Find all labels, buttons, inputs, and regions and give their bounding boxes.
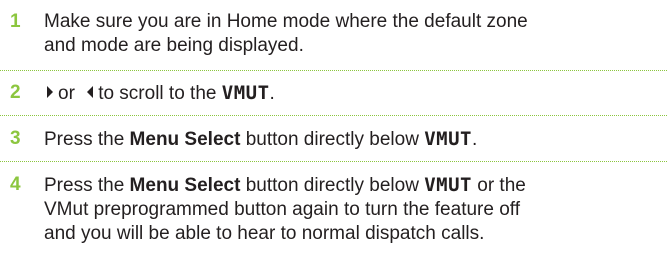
step-text-line: and mode are being displayed. <box>44 35 304 56</box>
dotted-divider <box>0 115 667 116</box>
display-key-vmut: VMUT <box>424 174 472 196</box>
display-key-vmut: VMUT <box>221 82 270 104</box>
step-middle: button directly below <box>245 129 419 150</box>
step-number: 2 <box>10 82 21 103</box>
step-text-line: and you will be able to hear to normal d… <box>44 223 485 244</box>
step-1: 1 Make sure you are in Home mode where t… <box>0 10 667 66</box>
step-2: 2 or to scroll to the VMUT. <box>0 81 667 107</box>
step-text: or to scroll to the VMUT. <box>44 81 659 106</box>
step-text: Make sure you are in Home mode where the… <box>44 10 659 58</box>
step-text-after: . <box>269 83 275 104</box>
right-arrow-icon <box>47 86 53 99</box>
procedure-steps: 1 Make sure you are in Home mode where t… <box>0 0 667 276</box>
step-4: 4 Press the Menu Select button directly … <box>0 173 667 253</box>
step-number: 3 <box>10 128 21 149</box>
step-text: Press the Menu Select button directly be… <box>44 127 659 152</box>
step-prefix: Press the <box>44 175 125 196</box>
dotted-divider <box>0 70 667 71</box>
step-text-line: Make sure you are in Home mode where the… <box>44 11 528 32</box>
step-middle: button directly below <box>245 175 419 196</box>
step-prefix: Press the <box>44 129 125 150</box>
left-arrow-icon <box>87 86 94 99</box>
step-text-line: Press the Menu Select button directly be… <box>44 173 659 198</box>
step-number: 4 <box>10 174 21 195</box>
step-text-before: to scroll to the <box>98 83 217 104</box>
step-text: Press the Menu Select button directly be… <box>44 173 659 246</box>
dotted-divider <box>0 161 667 162</box>
menu-select-button-name: Menu Select <box>129 175 241 196</box>
step-text-line: VMut preprogrammed button again to turn … <box>44 199 520 220</box>
menu-select-button-name: Menu Select <box>129 129 241 150</box>
conjunction: or <box>58 83 75 104</box>
step-suffix: . <box>471 129 478 150</box>
step-3: 3 Press the Menu Select button directly … <box>0 127 667 153</box>
display-key-vmut: VMUT <box>424 128 472 150</box>
step-number: 1 <box>10 11 21 32</box>
step-line1-end: or the <box>477 175 526 196</box>
